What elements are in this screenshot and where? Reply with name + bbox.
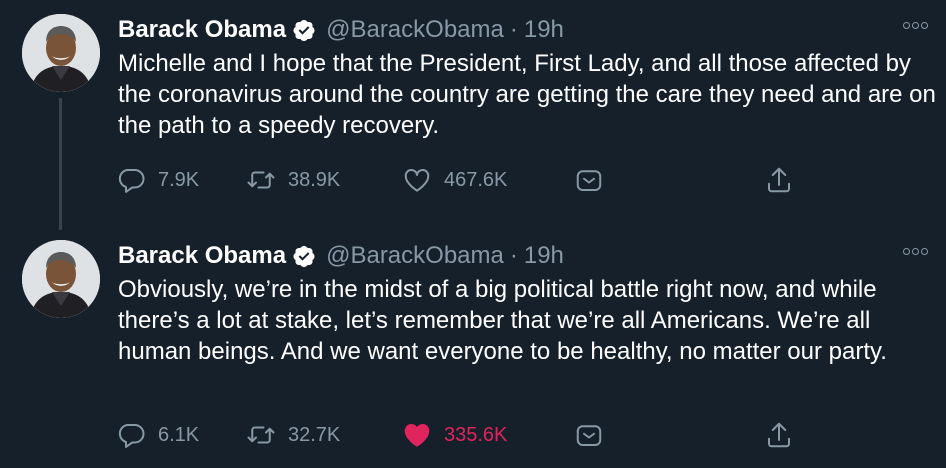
tweet-actions: 6.1K 32.7K 335.6K — [116, 417, 926, 453]
tweet-header: Barack Obama @BarackObama · 19h — [118, 14, 564, 46]
separator-dot: · — [509, 242, 518, 269]
like-icon — [404, 423, 430, 447]
retweet-icon — [247, 171, 275, 189]
upload-icon — [768, 167, 790, 193]
verified-badge-icon — [293, 246, 315, 267]
like-icon — [404, 168, 430, 192]
avatar[interactable] — [22, 240, 100, 318]
reply-count: 7.9K — [158, 168, 200, 191]
tweet-text: Michelle and I hope that the President, … — [118, 50, 936, 139]
tweet[interactable]: Barack Obama @BarackObama · 19h Obviousl… — [0, 226, 946, 468]
tweet-header: Barack Obama @BarackObama · 19h — [118, 240, 564, 272]
avatar[interactable] — [22, 14, 100, 92]
author-handle[interactable]: @BarackObama — [326, 242, 504, 270]
reply-button[interactable]: 6.1K — [116, 417, 199, 453]
tweet[interactable]: Barack Obama @BarackObama · 19h Michelle… — [0, 0, 946, 230]
more-icon[interactable] — [903, 248, 928, 255]
like-button[interactable]: 467.6K — [402, 162, 507, 198]
author-handle[interactable]: @BarackObama — [326, 16, 504, 44]
upload-button[interactable] — [764, 162, 806, 198]
author-name[interactable]: Barack Obama — [118, 16, 286, 44]
retweet-count: 32.7K — [288, 423, 341, 446]
thread-connector — [59, 98, 62, 230]
retweet-icon — [247, 426, 275, 444]
share-icon — [576, 425, 602, 446]
like-count: 467.6K — [444, 168, 508, 191]
reply-icon — [118, 424, 145, 448]
like-button[interactable]: 335.6K — [402, 417, 507, 453]
timestamp[interactable]: 19h — [524, 242, 564, 270]
retweet-button[interactable]: 32.7K — [246, 417, 340, 453]
timestamp[interactable]: 19h — [524, 16, 564, 44]
reply-icon — [118, 169, 145, 193]
retweet-count: 38.9K — [288, 168, 341, 191]
upload-button[interactable] — [764, 417, 806, 453]
separator-dot: · — [509, 16, 518, 43]
author-name[interactable]: Barack Obama — [118, 242, 286, 270]
share-button[interactable] — [574, 417, 616, 453]
reply-button[interactable]: 7.9K — [116, 162, 199, 198]
upload-icon — [768, 422, 790, 448]
share-icon — [576, 170, 602, 191]
more-icon[interactable] — [903, 22, 928, 29]
retweet-button[interactable]: 38.9K — [246, 162, 340, 198]
verified-badge-icon — [293, 20, 315, 41]
tweet-actions: 7.9K 38.9K 467.6K — [116, 162, 926, 198]
like-count: 335.6K — [444, 423, 508, 446]
tweet-text: Obviously, we’re in the midst of a big p… — [118, 276, 887, 365]
share-button[interactable] — [574, 162, 616, 198]
reply-count: 6.1K — [158, 423, 200, 446]
